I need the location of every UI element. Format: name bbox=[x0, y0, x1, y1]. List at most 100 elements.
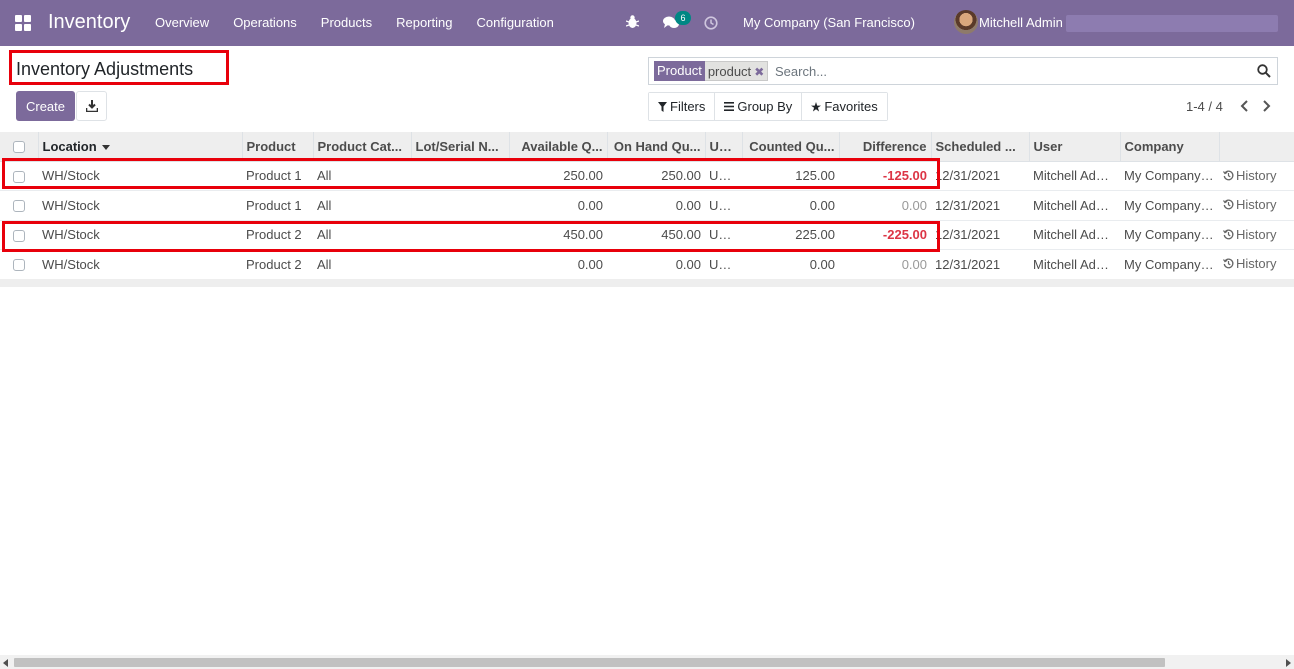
export-button[interactable] bbox=[76, 91, 107, 121]
cell-lot[interactable] bbox=[411, 220, 509, 250]
cell-company[interactable]: My Company (San Francisco) bbox=[1120, 249, 1219, 280]
filters-button[interactable]: Filters bbox=[649, 93, 716, 120]
column-on-hand-quantity[interactable]: On Hand Qu... bbox=[606, 132, 705, 162]
cell-onhand[interactable]: 0.00 bbox=[607, 190, 705, 221]
cell-scheduled[interactable]: 12/31/2021 bbox=[931, 190, 1029, 221]
table-row[interactable]: WH/Stock Product 1 All 250.00 250.00 Uni… bbox=[0, 161, 1294, 191]
column-company[interactable]: Company bbox=[1119, 132, 1219, 162]
cell-onhand[interactable]: 250.00 bbox=[607, 161, 705, 191]
company-switcher[interactable]: My Company (San Francisco) bbox=[743, 15, 915, 30]
cell-scheduled[interactable]: 12/31/2021 bbox=[931, 249, 1029, 280]
cell-category[interactable]: All bbox=[313, 249, 411, 280]
column-difference[interactable]: Difference bbox=[838, 132, 931, 162]
cell-location[interactable]: WH/Stock bbox=[38, 161, 242, 191]
cell-user[interactable]: Mitchell Admin bbox=[1029, 249, 1120, 280]
cell-uom[interactable]: Units bbox=[705, 249, 742, 280]
search-input[interactable] bbox=[773, 61, 1243, 81]
cell-lot[interactable] bbox=[411, 249, 509, 280]
cell-available[interactable]: 0.00 bbox=[509, 249, 607, 280]
column-uom[interactable]: UoM bbox=[704, 132, 742, 162]
favorites-button[interactable]: Favorites bbox=[802, 93, 887, 120]
table-row[interactable]: WH/Stock Product 2 All 450.00 450.00 Uni… bbox=[0, 220, 1294, 250]
menu-operations[interactable]: Operations bbox=[221, 0, 309, 46]
menu-overview[interactable]: Overview bbox=[143, 0, 221, 46]
group-by-button[interactable]: Group By bbox=[715, 93, 803, 120]
cell-counted[interactable]: 0.00 bbox=[742, 249, 839, 280]
create-button[interactable]: Create bbox=[16, 91, 75, 121]
horizontal-scrollbar[interactable] bbox=[0, 655, 1294, 669]
table-row[interactable]: WH/Stock Product 2 All 0.00 0.00 Units 0… bbox=[0, 249, 1294, 280]
remove-facet-icon[interactable]: ✖ bbox=[754, 65, 764, 79]
column-location[interactable]: Location bbox=[37, 132, 242, 162]
cell-location[interactable]: WH/Stock bbox=[38, 220, 242, 250]
cell-location[interactable]: WH/Stock bbox=[38, 190, 242, 221]
row-checkbox-cell[interactable] bbox=[0, 161, 38, 191]
cell-scheduled[interactable]: 12/31/2021 bbox=[931, 161, 1029, 191]
select-all-checkbox-cell[interactable] bbox=[0, 132, 38, 162]
cell-category[interactable]: All bbox=[313, 220, 411, 250]
column-product-category[interactable]: Product Cat... bbox=[312, 132, 411, 162]
row-checkbox-cell[interactable] bbox=[0, 249, 38, 280]
history-button[interactable]: History bbox=[1223, 168, 1276, 183]
scroll-right-arrow-icon[interactable] bbox=[1286, 659, 1291, 667]
cell-lot[interactable] bbox=[411, 190, 509, 221]
cell-user[interactable]: Mitchell Admin bbox=[1029, 161, 1120, 191]
history-button[interactable]: History bbox=[1223, 227, 1276, 242]
row-checkbox-cell[interactable] bbox=[0, 220, 38, 250]
cell-company[interactable]: My Company (San Francisco) bbox=[1120, 220, 1219, 250]
menu-configuration[interactable]: Configuration bbox=[464, 0, 565, 46]
cell-company[interactable]: My Company (San Francisco) bbox=[1120, 161, 1219, 191]
user-menu[interactable]: Mitchell Admin bbox=[979, 15, 1063, 30]
cell-user[interactable]: Mitchell Admin bbox=[1029, 220, 1120, 250]
cell-lot[interactable] bbox=[411, 161, 509, 191]
cell-available[interactable]: 250.00 bbox=[509, 161, 607, 191]
row-checkbox[interactable] bbox=[13, 259, 25, 272]
cell-location[interactable]: WH/Stock bbox=[38, 249, 242, 280]
chevron-right-icon[interactable] bbox=[1260, 100, 1272, 112]
column-counted-quantity[interactable]: Counted Qu... bbox=[741, 132, 839, 162]
cell-uom[interactable]: Units bbox=[705, 190, 742, 221]
cell-counted[interactable]: 0.00 bbox=[742, 190, 839, 221]
debug-bug-icon[interactable] bbox=[626, 15, 639, 29]
history-button[interactable]: History bbox=[1223, 256, 1276, 271]
cell-counted[interactable]: 225.00 bbox=[742, 220, 839, 250]
cell-company[interactable]: My Company (San Francisco) bbox=[1120, 190, 1219, 221]
column-product[interactable]: Product bbox=[241, 132, 313, 162]
column-scheduled-date[interactable]: Scheduled ... bbox=[930, 132, 1029, 162]
cell-onhand[interactable]: 0.00 bbox=[607, 249, 705, 280]
menu-reporting[interactable]: Reporting bbox=[384, 0, 464, 46]
row-checkbox[interactable] bbox=[13, 170, 25, 183]
column-available-quantity[interactable]: Available Q... bbox=[508, 132, 607, 162]
history-button[interactable]: History bbox=[1223, 197, 1276, 212]
cell-product[interactable]: Product 2 bbox=[242, 220, 313, 250]
cell-counted[interactable]: 125.00 bbox=[742, 161, 839, 191]
cell-category[interactable]: All bbox=[313, 190, 411, 221]
cell-product[interactable]: Product 1 bbox=[242, 190, 313, 221]
row-checkbox[interactable] bbox=[13, 229, 25, 242]
chevron-left-icon[interactable] bbox=[1239, 100, 1251, 112]
search-icon[interactable] bbox=[1257, 64, 1271, 78]
cell-onhand[interactable]: 450.00 bbox=[607, 220, 705, 250]
cell-scheduled[interactable]: 12/31/2021 bbox=[931, 220, 1029, 250]
apps-menu-icon[interactable] bbox=[15, 15, 32, 31]
pager-value[interactable]: 1-4 / 4 bbox=[1186, 99, 1223, 114]
column-lot-serial[interactable]: Lot/Serial N... bbox=[410, 132, 509, 162]
cell-product[interactable]: Product 1 bbox=[242, 161, 313, 191]
select-all-checkbox[interactable] bbox=[12, 141, 25, 154]
cell-uom[interactable]: Units bbox=[705, 220, 742, 250]
cell-available[interactable]: 450.00 bbox=[509, 220, 607, 250]
row-checkbox-cell[interactable] bbox=[0, 190, 38, 221]
cell-available[interactable]: 0.00 bbox=[509, 190, 607, 221]
cell-category[interactable]: All bbox=[313, 161, 411, 191]
row-checkbox[interactable] bbox=[13, 200, 25, 213]
cell-uom[interactable]: Units bbox=[705, 161, 742, 191]
user-avatar[interactable] bbox=[954, 10, 978, 34]
activity-clock-icon[interactable] bbox=[704, 16, 718, 30]
scrollbar-thumb[interactable] bbox=[14, 658, 1165, 667]
cell-product[interactable]: Product 2 bbox=[242, 249, 313, 280]
app-title[interactable]: Inventory bbox=[48, 11, 130, 34]
scroll-left-arrow-icon[interactable] bbox=[3, 659, 8, 667]
table-row[interactable]: WH/Stock Product 1 All 0.00 0.00 Units 0… bbox=[0, 190, 1294, 221]
cell-user[interactable]: Mitchell Admin bbox=[1029, 190, 1120, 221]
menu-products[interactable]: Products bbox=[309, 0, 384, 46]
